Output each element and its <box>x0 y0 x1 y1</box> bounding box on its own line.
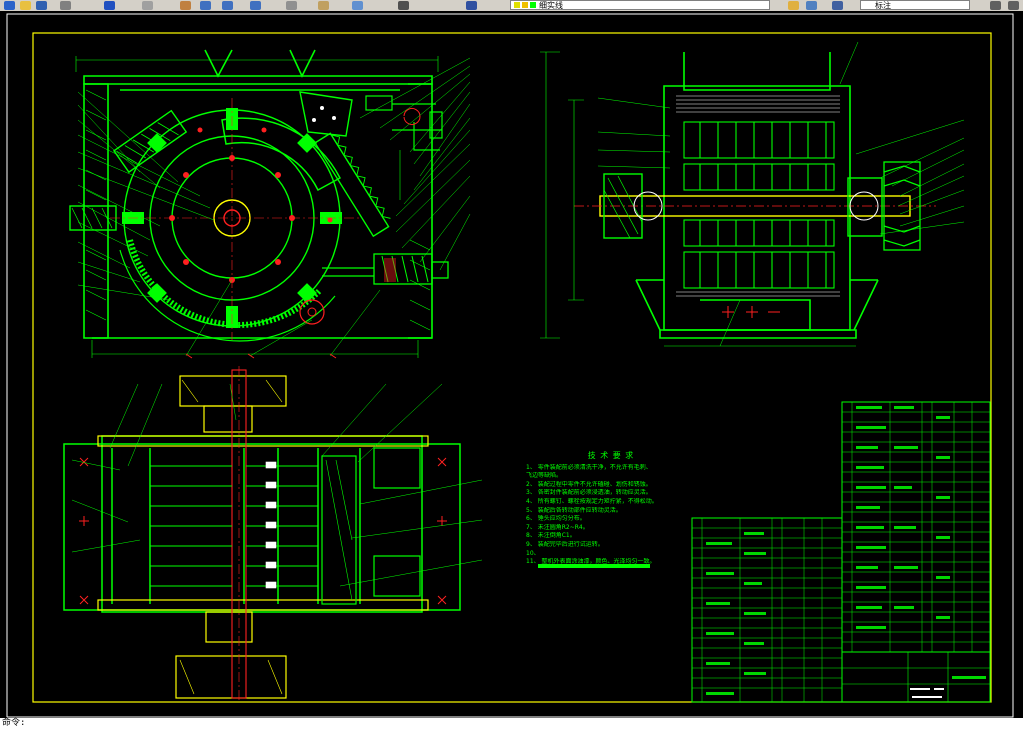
tech-line-8: 7、 未注圆角R2~R4。 <box>526 523 589 531</box>
zoom-previous-icon[interactable] <box>250 1 261 10</box>
save-icon[interactable] <box>36 1 47 10</box>
redo-icon[interactable] <box>142 1 153 10</box>
layer-dropdown[interactable]: 细实线 <box>510 0 770 10</box>
technical-requirements: 技 术 要 求 1、 零件装配前必须清洗干净，不允许有毛刺、 飞边等缺陷。 2、… <box>526 451 696 567</box>
layer-previous-icon[interactable] <box>832 1 843 10</box>
tech-line-7: 6、 锤头应均匀分布。 <box>526 515 586 523</box>
undo-icon[interactable] <box>104 1 115 10</box>
lightbulb-icon <box>514 2 520 8</box>
tech-line-10: 9、 装配完毕后进行试运转。 <box>526 540 604 548</box>
zoom-window-icon[interactable] <box>222 1 233 10</box>
calculator-icon[interactable] <box>398 1 409 10</box>
drawing-svg <box>0 11 1023 718</box>
text-style-icon[interactable] <box>990 1 1001 10</box>
command-prompt: 命令: <box>2 718 26 728</box>
tech-line-11: 10、 <box>526 549 540 557</box>
tech-line-2: 飞边等缺陷。 <box>526 472 563 480</box>
zoom-realtime-icon[interactable] <box>200 1 211 10</box>
tech-line-3: 2、 装配过程中零件不允许磕碰、划伤和锈蚀。 <box>526 480 652 488</box>
command-line[interactable]: 命令: <box>0 718 1023 729</box>
model-space-canvas[interactable] <box>0 11 1023 718</box>
tech-line-6: 5、 装配后各转动部件应转动灵活。 <box>526 506 622 514</box>
pan-icon[interactable] <box>180 1 191 10</box>
style-name: 标注 <box>875 1 891 10</box>
table-style-icon[interactable] <box>1008 1 1019 10</box>
dimstyle-dropdown[interactable]: 标注 <box>860 0 970 10</box>
tech-line-12: 11、 整机外表面涂油漆，颜色、光泽均匀一致。 <box>526 558 656 566</box>
new-icon[interactable] <box>4 1 15 10</box>
print-icon[interactable] <box>60 1 71 10</box>
sun-icon <box>522 2 528 8</box>
tech-line-9: 8、 未注倒角C1。 <box>526 532 576 540</box>
tech-title: 技 术 要 求 <box>587 451 635 460</box>
tech-line-5: 4、 所有螺钉、螺栓按规定力矩拧紧，不得松动。 <box>526 497 658 505</box>
tool-palette-icon[interactable] <box>352 1 363 10</box>
layer-color-swatch <box>530 2 536 8</box>
properties-icon[interactable] <box>286 1 297 10</box>
dim-style-icon[interactable] <box>806 1 817 10</box>
open-icon[interactable] <box>20 1 31 10</box>
layer-name: 细实线 <box>539 1 563 10</box>
layer-manager-icon[interactable] <box>466 1 477 10</box>
design-center-icon[interactable] <box>318 1 329 10</box>
tech-line-4: 3、 各密封件装配前必须浸透油，转动应灵活。 <box>526 489 652 497</box>
tech-line-1: 1、 零件装配前必须清洗干净，不允许有毛刺、 <box>526 463 652 471</box>
layer-state-icon[interactable] <box>788 1 799 10</box>
